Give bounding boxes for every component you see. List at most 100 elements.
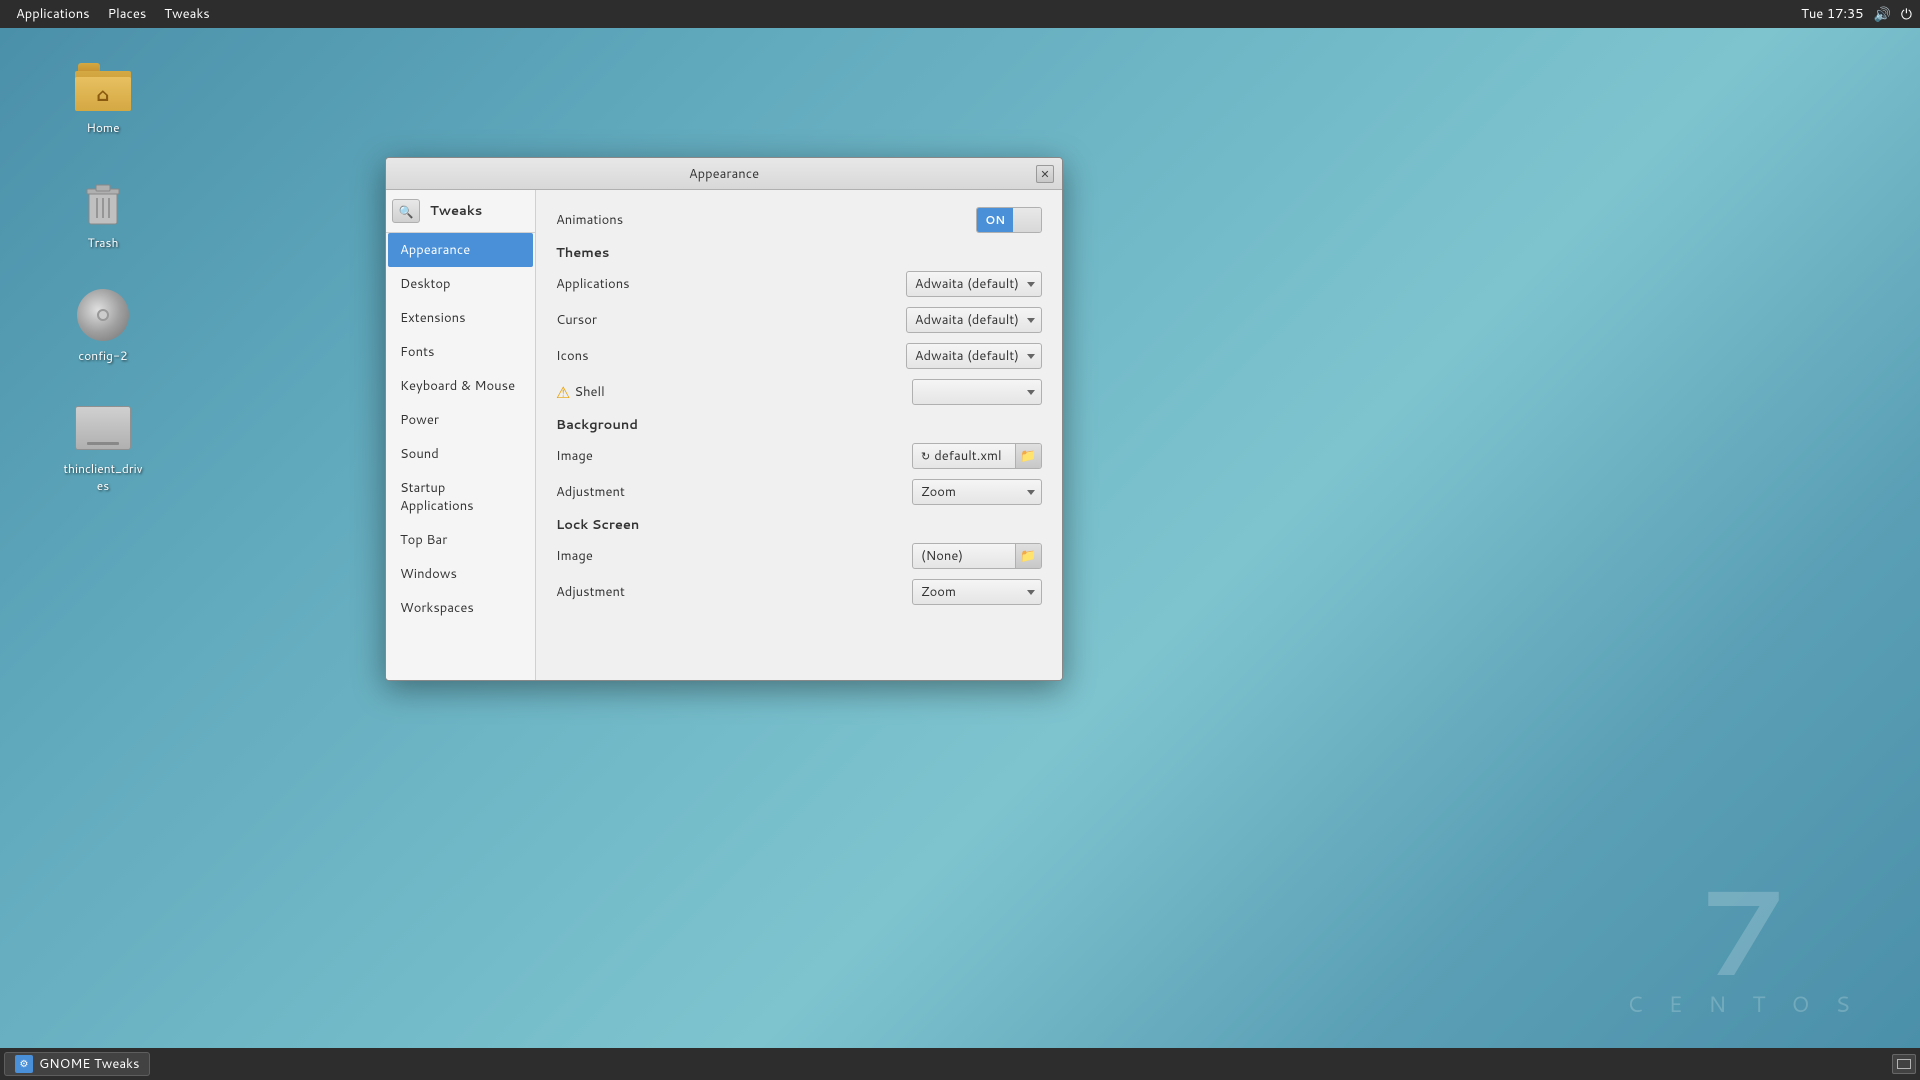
centos-version: 7 xyxy=(1627,869,1860,989)
cursor-theme-label: Cursor xyxy=(556,311,597,329)
drive-icon-image xyxy=(75,400,131,456)
icons-theme-label: Icons xyxy=(556,347,589,365)
sync-icon: ↻ xyxy=(921,448,930,464)
dialog-titlebar: Appearance ✕ xyxy=(386,158,1062,190)
power-icon[interactable]: ⏻ xyxy=(1901,4,1912,24)
lockscreen-header: Lock Screen xyxy=(556,516,1042,534)
taskbar-window-button[interactable] xyxy=(1892,1054,1916,1074)
toggle-off-part xyxy=(1013,208,1041,232)
lockscreen-image-text: (None) xyxy=(913,547,1015,565)
background-adjustment-row: Adjustment Zoom xyxy=(556,478,1042,506)
background-image-text: ↻ default.xml xyxy=(913,447,1015,465)
sidebar-item-desktop[interactable]: Desktop xyxy=(388,267,533,301)
applications-theme-value: Adwaita (default) xyxy=(915,275,1019,293)
lockscreen-adjustment-value: Zoom xyxy=(921,583,956,601)
lockscreen-image-browse-btn[interactable]: 📁 xyxy=(1015,544,1041,568)
sidebar-item-power[interactable]: Power xyxy=(388,403,533,437)
content-area: Animations ON Themes Applications Adwait… xyxy=(536,190,1062,680)
cursor-theme-arrow xyxy=(1027,318,1035,323)
centos-watermark: 7 C E N T O S xyxy=(1627,869,1860,1020)
sidebar-item-appearance[interactable]: Appearance xyxy=(388,233,533,267)
background-image-browse-btn[interactable]: 📁 xyxy=(1015,444,1041,468)
sidebar-item-keyboard-mouse[interactable]: Keyboard & Mouse xyxy=(388,369,533,403)
background-adjustment-arrow xyxy=(1027,490,1035,495)
sidebar-item-startup[interactable]: Startup Applications xyxy=(388,471,533,523)
sidebar-item-fonts[interactable]: Fonts xyxy=(388,335,533,369)
lockscreen-image-value: (None) xyxy=(921,547,963,565)
applications-menu[interactable]: Applications xyxy=(8,3,98,25)
background-image-row: Image ↻ default.xml 📁 xyxy=(556,442,1042,470)
icons-theme-row: Icons Adwaita (default) xyxy=(556,342,1042,370)
themes-header: Themes xyxy=(556,244,1042,262)
taskbar-right xyxy=(1892,1054,1916,1074)
shell-theme-row: ⚠ Shell xyxy=(556,378,1042,406)
lockscreen-adjustment-dropdown[interactable]: Zoom xyxy=(912,579,1042,605)
taskbar: ⚙ GNOME Tweaks xyxy=(0,1048,1920,1080)
drive-icon-label: thinclient_drives xyxy=(62,460,144,494)
icons-theme-dropdown[interactable]: Adwaita (default) xyxy=(906,343,1042,369)
applications-theme-row: Applications Adwaita (default) xyxy=(556,270,1042,298)
background-image-value: default.xml xyxy=(934,447,1001,465)
trash-icon-image xyxy=(75,174,131,230)
toggle-on-part: ON xyxy=(977,208,1013,232)
trash-icon[interactable]: Trash xyxy=(58,170,148,255)
applications-theme-arrow xyxy=(1027,282,1035,287)
icons-theme-arrow xyxy=(1027,354,1035,359)
cursor-theme-dropdown[interactable]: Adwaita (default) xyxy=(906,307,1042,333)
background-header: Background xyxy=(556,416,1042,434)
cursor-theme-value: Adwaita (default) xyxy=(915,311,1019,329)
applications-theme-dropdown[interactable]: Adwaita (default) xyxy=(906,271,1042,297)
sidebar-item-windows[interactable]: Windows xyxy=(388,557,533,591)
dialog-title: Appearance xyxy=(689,165,759,183)
animations-row: Animations ON xyxy=(556,206,1042,234)
background-adjustment-label: Adjustment xyxy=(556,483,625,501)
drive-icon[interactable]: thinclient_drives xyxy=(58,396,148,498)
places-menu[interactable]: Places xyxy=(100,3,155,25)
sidebar-item-topbar[interactable]: Top Bar xyxy=(388,523,533,557)
top-panel-right: Tue 17:35 🔊 ⏻ xyxy=(1801,4,1912,24)
top-panel-left: Applications Places Tweaks xyxy=(8,3,218,25)
dialog-close-button[interactable]: ✕ xyxy=(1036,165,1054,183)
taskbar-app-label: GNOME Tweaks xyxy=(39,1055,139,1073)
home-icon-label: Home xyxy=(86,119,119,136)
sidebar-title: Tweaks xyxy=(420,196,492,226)
shell-theme-arrow xyxy=(1027,390,1035,395)
taskbar-window-inner xyxy=(1897,1059,1911,1069)
home-folder-image: ⌂ xyxy=(75,59,131,115)
lockscreen-image-label: Image xyxy=(556,547,593,565)
cursor-theme-row: Cursor Adwaita (default) xyxy=(556,306,1042,334)
sidebar: 🔍 Tweaks Appearance Desktop Extensions F… xyxy=(386,190,536,680)
sidebar-search-area: 🔍 Tweaks xyxy=(386,190,535,233)
home-icon[interactable]: ⌂ Home xyxy=(58,55,148,140)
top-panel: Applications Places Tweaks Tue 17:35 🔊 ⏻ xyxy=(0,0,1920,28)
lockscreen-adjustment-row: Adjustment Zoom xyxy=(556,578,1042,606)
animations-label: Animations xyxy=(556,211,623,229)
taskbar-app-icon: ⚙ xyxy=(15,1055,33,1073)
lockscreen-adjustment-label: Adjustment xyxy=(556,583,625,601)
sidebar-item-extensions[interactable]: Extensions xyxy=(388,301,533,335)
lockscreen-image-picker[interactable]: (None) 📁 xyxy=(912,543,1042,569)
cd-icon-label: config-2 xyxy=(78,347,127,364)
lockscreen-adjustment-arrow xyxy=(1027,590,1035,595)
trash-icon-label: Trash xyxy=(88,234,119,251)
dialog-body: 🔍 Tweaks Appearance Desktop Extensions F… xyxy=(386,190,1062,680)
sidebar-item-sound[interactable]: Sound xyxy=(388,437,533,471)
shell-label-area: ⚠ Shell xyxy=(556,381,605,404)
volume-icon[interactable]: 🔊 xyxy=(1873,4,1890,24)
animations-toggle[interactable]: ON xyxy=(976,207,1042,233)
tweaks-menu[interactable]: Tweaks xyxy=(156,3,217,25)
sidebar-item-workspaces[interactable]: Workspaces xyxy=(388,591,533,625)
search-button[interactable]: 🔍 xyxy=(392,199,420,223)
shell-theme-dropdown[interactable] xyxy=(912,379,1042,405)
centos-name: C E N T O S xyxy=(1627,989,1860,1020)
background-adjustment-dropdown[interactable]: Zoom xyxy=(912,479,1042,505)
tweaks-dialog: Appearance ✕ 🔍 Tweaks Appearance Desktop… xyxy=(385,157,1063,681)
background-adjustment-value: Zoom xyxy=(921,483,956,501)
taskbar-app-button[interactable]: ⚙ GNOME Tweaks xyxy=(4,1052,150,1076)
background-image-label: Image xyxy=(556,447,593,465)
cd-icon[interactable]: config-2 xyxy=(58,283,148,368)
shell-warning-icon: ⚠ xyxy=(556,381,570,404)
shell-theme-label: Shell xyxy=(574,383,604,401)
background-image-picker[interactable]: ↻ default.xml 📁 xyxy=(912,443,1042,469)
cd-icon-image xyxy=(75,287,131,343)
